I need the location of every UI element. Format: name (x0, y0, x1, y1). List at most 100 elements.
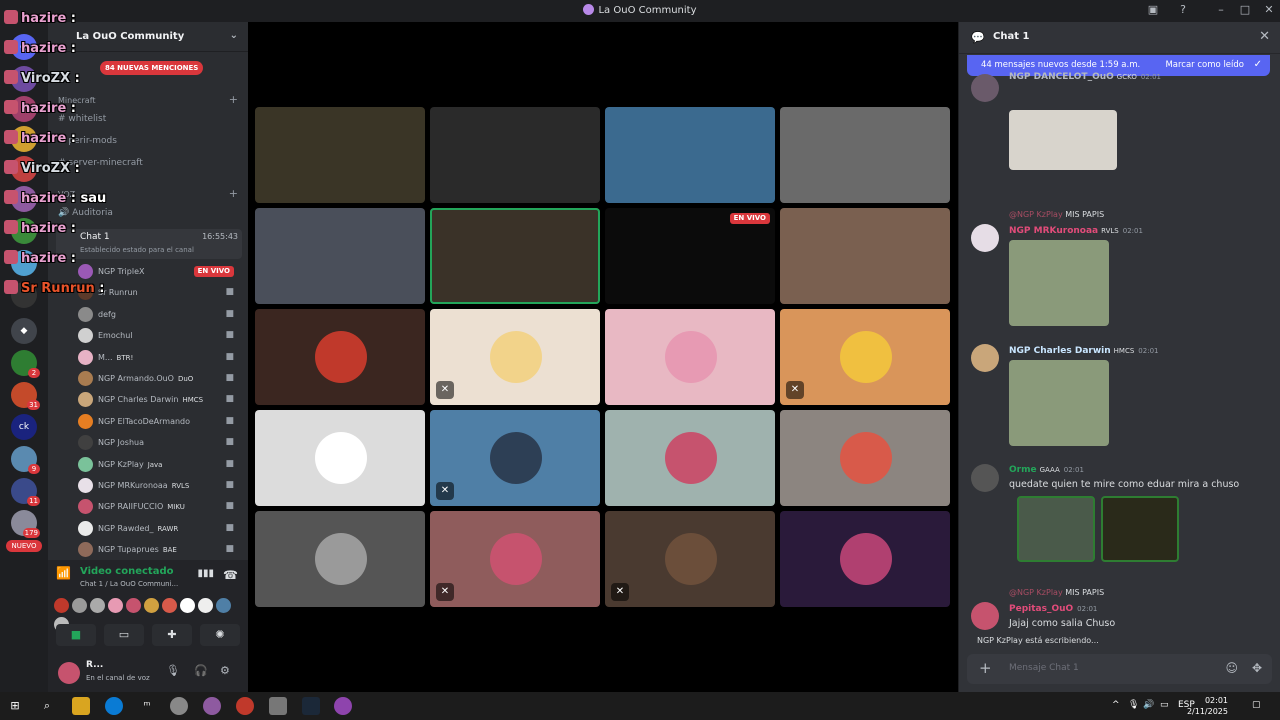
avatar[interactable] (971, 602, 999, 630)
mark-read-button[interactable]: Marcar como leído (1165, 60, 1244, 70)
message-author[interactable]: Orme GAAA 02:01 (1009, 465, 1084, 475)
server-icon[interactable] (11, 186, 37, 212)
message-reply[interactable]: @NGP KzPlay MIS PAPIS (1009, 588, 1104, 597)
participant-tile[interactable]: ✕ (605, 511, 775, 607)
active-voice-channel[interactable]: Chat 1 16:55:43 Establecido estado para … (56, 229, 242, 259)
app-icon[interactable] (236, 697, 254, 715)
video-tile[interactable] (430, 208, 600, 304)
mic-icon[interactable]: 🎙 (1128, 700, 1139, 710)
video-tile[interactable] (605, 107, 775, 203)
start-icon[interactable]: ⊞ (6, 697, 24, 715)
app-icon[interactable] (203, 697, 221, 715)
voice-member[interactable]: NGP TripleX EN VIVO (76, 262, 242, 282)
participant-tile[interactable] (255, 511, 425, 607)
message-composer[interactable]: + Mensaje Chat 1 ☺ ✥ (967, 654, 1272, 684)
soundboard-button[interactable]: ✺ (200, 624, 240, 646)
voice-member[interactable]: NGP KzPlay Java ■ (76, 455, 242, 475)
voice-member[interactable]: defg ■ (76, 305, 242, 325)
message-input[interactable]: Mensaje Chat 1 (1009, 663, 1079, 673)
search-icon[interactable]: ⌕ (38, 697, 56, 715)
voice-member[interactable]: NGP MRKuronoaa RVLS ■ (76, 476, 242, 496)
guild-header[interactable]: La OuO Community ⌄ (48, 22, 248, 52)
avatar[interactable] (162, 598, 177, 613)
signal-icon[interactable]: 📶 (56, 566, 71, 580)
app-icon[interactable] (170, 697, 188, 715)
server-icon[interactable] (11, 250, 37, 276)
maximize-button[interactable]: □ (1236, 3, 1254, 19)
voice-member[interactable]: Sr Runrun ■ (76, 283, 242, 303)
category-voz[interactable]: VOZ (58, 190, 75, 199)
server-icon[interactable] (11, 66, 37, 92)
avatar[interactable] (971, 224, 999, 252)
voice-member[interactable]: NGP RAIIFUCCIO MIKU ■ (76, 497, 242, 517)
new-servers-badge[interactable]: NUEVO (6, 540, 42, 552)
participant-tile[interactable]: ✕ (430, 511, 600, 607)
avatar[interactable] (198, 598, 213, 613)
voice-member[interactable]: M... BTR! ■ (76, 348, 242, 368)
server-icon[interactable]: 31 (11, 382, 40, 410)
server-icon[interactable]: 9 (11, 446, 40, 474)
avatar[interactable] (180, 598, 195, 613)
apps-icon[interactable]: ✥ (1252, 661, 1262, 675)
avatar[interactable] (971, 464, 999, 492)
avatar[interactable] (90, 598, 105, 613)
help-icon[interactable]: ? (1174, 3, 1192, 19)
minimize-button[interactable]: – (1212, 3, 1230, 19)
participant-tile[interactable]: ✕ (430, 309, 600, 405)
message-author[interactable]: NGP MRKuronoaa RVLS 02:01 (1009, 226, 1143, 236)
message-author[interactable]: Pepitas_OuO 02:01 (1009, 604, 1097, 614)
settings-icon[interactable]: ⚙ (220, 664, 230, 677)
channel-mods[interactable]: # perir-mods (58, 136, 117, 146)
server-icon[interactable]: ck (11, 414, 37, 440)
category-minecraft[interactable]: Minecraft (58, 96, 96, 105)
video-tile[interactable] (430, 107, 600, 203)
message-image[interactable] (1009, 110, 1117, 170)
edge-icon[interactable] (105, 697, 123, 715)
screen-share-button[interactable]: ▭ (104, 624, 144, 646)
server-icon[interactable] (11, 156, 37, 182)
participant-tile[interactable] (780, 410, 950, 506)
voice-member[interactable]: Emochul ■ (76, 326, 242, 346)
voice-member[interactable]: NGP Joshua ■ (76, 433, 242, 453)
participant-tile[interactable] (255, 410, 425, 506)
app-icon[interactable]: ᵐ (138, 697, 156, 715)
avatar[interactable] (58, 662, 80, 684)
noise-suppression-icon[interactable]: ▮▮▮ (197, 568, 214, 579)
server-icon[interactable]: 179 (11, 510, 40, 538)
participant-tile[interactable] (255, 309, 425, 405)
participant-tile[interactable] (780, 511, 950, 607)
message-image[interactable] (1017, 496, 1095, 562)
channel-server-minecraft[interactable]: # server-minecraft (58, 158, 143, 168)
server-icon[interactable]: 11 (11, 478, 40, 506)
participant-tile[interactable]: ✕ (430, 410, 600, 506)
add-channel-icon[interactable]: + (229, 93, 238, 106)
disconnect-icon[interactable]: ☎ (223, 568, 238, 582)
avatar[interactable] (126, 598, 141, 613)
speaker-icon[interactable]: 🔊 (1143, 700, 1154, 710)
video-tile[interactable] (780, 208, 950, 304)
message-image[interactable] (1009, 240, 1109, 326)
close-chat-button[interactable]: ✕ (1259, 29, 1270, 44)
network-icon[interactable]: ▭ (1160, 700, 1169, 710)
voice-member[interactable]: NGP Charles Darwin HMCS ■ (76, 390, 242, 410)
voice-member[interactable]: NGP Armando.OuO DuO ■ (76, 369, 242, 389)
voice-member[interactable]: NGP Rawded_ RAWR ■ (76, 519, 242, 539)
avatar[interactable] (216, 598, 231, 613)
message-author[interactable]: NGP Charles Darwin HMCS 02:01 (1009, 346, 1158, 356)
mentions-badge[interactable]: 84 NUEVAS MENCIONES (100, 61, 204, 75)
steam-icon[interactable] (302, 697, 320, 715)
video-tile[interactable] (780, 107, 950, 203)
channel-whitelist[interactable]: # whitelist (58, 114, 106, 124)
message-author[interactable]: NGP DANCELOT_OuO GCKO 02:01 (1009, 72, 1161, 82)
inbox-icon[interactable]: ▣ (1144, 3, 1162, 19)
avatar[interactable] (72, 598, 87, 613)
message-reply[interactable]: @NGP KzPlay MIS PAPIS (1009, 210, 1104, 219)
avatar[interactable] (971, 344, 999, 372)
avatar[interactable] (108, 598, 123, 613)
voice-member[interactable]: NGP Tupaprues BAE ■ (76, 540, 242, 560)
tray-chevron-icon[interactable]: ^ (1112, 700, 1120, 710)
voice-channel-path[interactable]: Chat 1 / La OuO Communi... (80, 580, 178, 588)
close-window-button[interactable]: ✕ (1260, 3, 1278, 19)
activities-button[interactable]: ✚ (152, 624, 192, 646)
notification-icon[interactable]: ▢ (1252, 700, 1261, 710)
